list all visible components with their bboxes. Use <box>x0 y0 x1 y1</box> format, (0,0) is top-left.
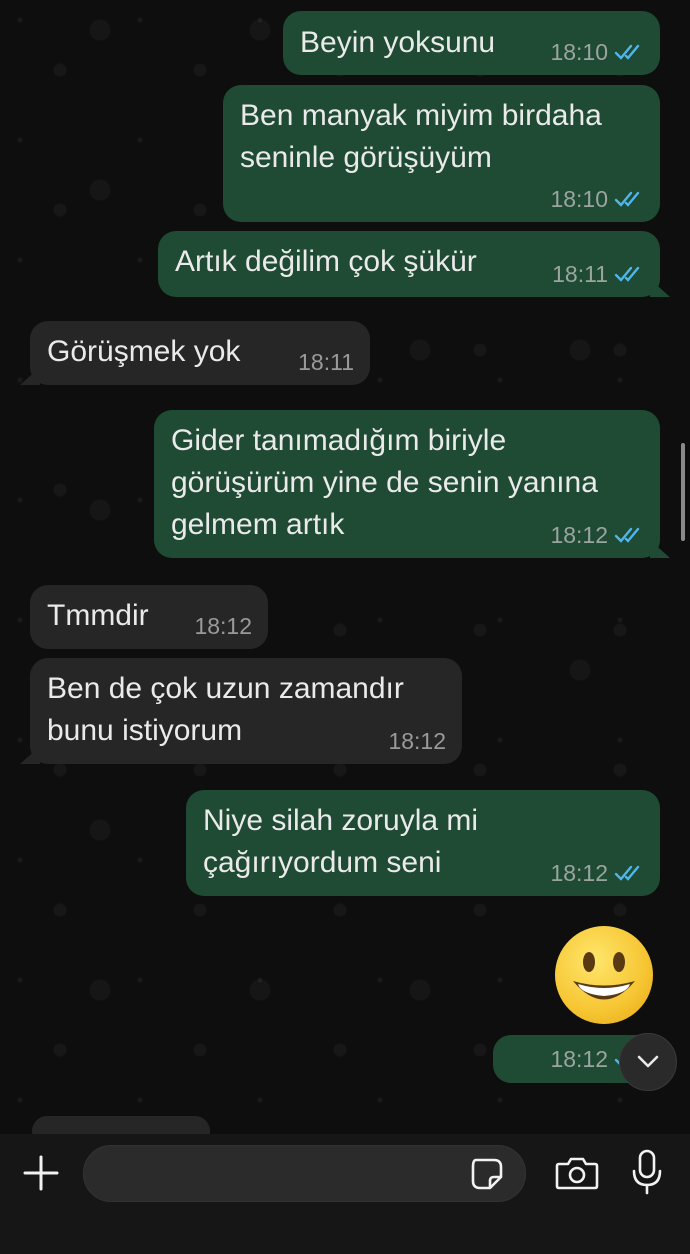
read-receipt-icon <box>614 191 640 207</box>
message-text: Gider tanımadığım biriyle görüşürüm yine… <box>171 424 598 541</box>
grinning-face-emoji[interactable] <box>555 926 653 1024</box>
message-bubble-incoming[interactable]: Tmmdir 18:12 <box>30 585 268 649</box>
chevron-down-icon <box>637 1055 659 1068</box>
message-text: Niye silah zoruyla mi çağırıyordum seni <box>203 804 479 879</box>
message-bubble-incoming[interactable]: Görüşmek yok 18:11 <box>30 321 370 385</box>
message-bubble-incoming[interactable]: Ben de çok uzun zamandır bunu istiyorum … <box>30 658 462 764</box>
message-meta: 18:12 <box>194 613 252 639</box>
message-bubble-outgoing[interactable]: Beyin yoksunu 18:10 <box>283 11 660 75</box>
message-meta: 18:11 <box>298 349 354 375</box>
message-bubble-outgoing[interactable]: Niye silah zoruyla mi çağırıyordum seni … <box>186 790 660 896</box>
message-time: 18:12 <box>550 1046 608 1072</box>
message-text: Ben manyak miyim birdaha seninle görüşüy… <box>240 99 602 174</box>
message-meta: 18:12 <box>388 728 446 754</box>
message-bubble-outgoing[interactable]: Ben manyak miyim birdaha seninle görüşüy… <box>223 85 660 222</box>
read-receipt-icon <box>614 266 640 282</box>
message-meta: 18:10 <box>550 186 644 212</box>
message-time: 18:12 <box>550 522 608 548</box>
read-receipt-icon <box>614 44 640 60</box>
message-time: 18:12 <box>550 860 608 886</box>
message-bubble-outgoing[interactable]: Artık değilim çok şükür 18:11 <box>158 231 660 297</box>
scroll-indicator[interactable] <box>681 443 685 541</box>
message-meta: 18:12 <box>550 860 644 886</box>
message-text: Ben de çok uzun zamandır bunu istiyorum <box>47 672 404 747</box>
message-text: Görüşmek yok <box>47 335 241 368</box>
camera-icon[interactable] <box>555 1155 599 1191</box>
message-time: 18:12 <box>194 613 252 639</box>
message-time: 18:11 <box>552 261 608 287</box>
message-time: 18:11 <box>298 349 354 375</box>
message-meta: 18:10 <box>550 39 644 65</box>
sticker-icon[interactable] <box>470 1157 504 1191</box>
message-text: Tmmdir <box>47 599 149 632</box>
message-meta: 18:12 <box>550 522 644 548</box>
plus-icon[interactable] <box>22 1154 60 1192</box>
message-input[interactable] <box>83 1145 526 1202</box>
message-text: Beyin yoksunu <box>300 26 496 59</box>
read-receipt-icon <box>614 527 640 543</box>
message-bubble-outgoing[interactable]: Gider tanımadığım biriyle görüşürüm yine… <box>154 410 660 558</box>
scroll-to-bottom-button[interactable] <box>619 1033 677 1091</box>
message-time: 18:10 <box>550 39 608 65</box>
message-time: 18:10 <box>550 186 608 212</box>
microphone-icon[interactable] <box>630 1149 664 1195</box>
read-receipt-icon <box>614 865 640 881</box>
message-meta: 18:11 <box>552 261 644 287</box>
grinning-face-icon <box>573 952 635 1000</box>
message-time: 18:12 <box>388 728 446 754</box>
message-text: Artık değilim çok şükür <box>175 245 477 278</box>
